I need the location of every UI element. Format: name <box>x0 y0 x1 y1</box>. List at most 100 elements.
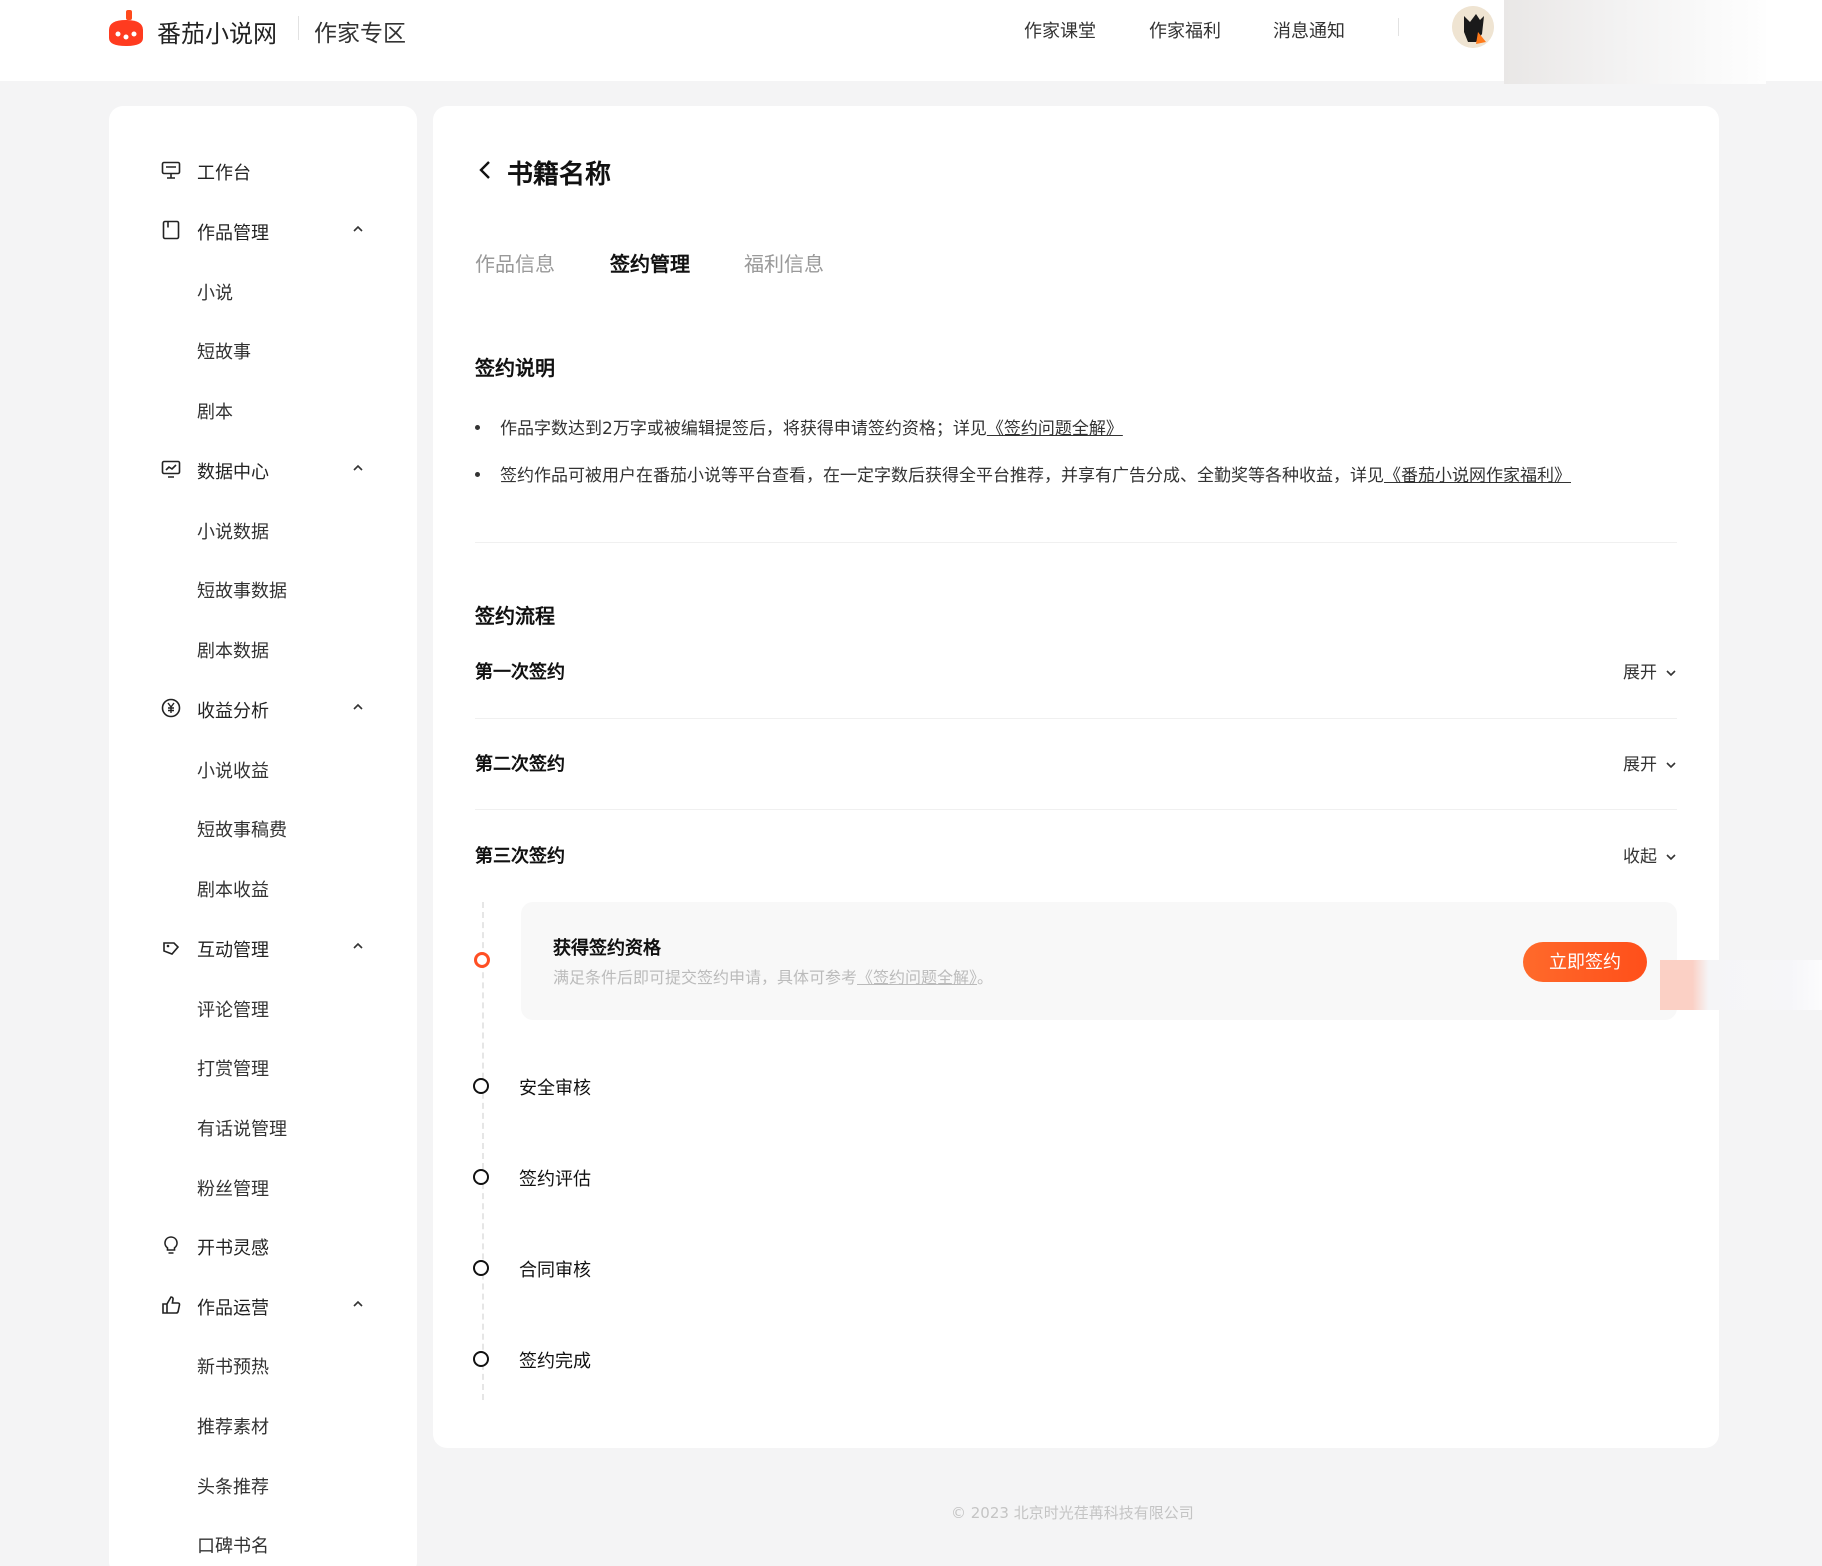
timeline-dot <box>473 1078 489 1094</box>
step-label: 签约完成 <box>519 1351 591 1372</box>
sidebar-item-novel-revenue[interactable]: 小说收益 <box>109 748 417 788</box>
bullet-dot <box>475 471 480 477</box>
sidebar-item-label: 工作台 <box>197 163 251 184</box>
sidebar-item-script-data[interactable]: 剧本数据 <box>109 628 417 668</box>
sidebar-item-label: 收益分析 <box>197 701 269 722</box>
sidebar-item-label: 互动管理 <box>197 940 269 961</box>
sidebar-item-label: 小说数据 <box>197 522 269 543</box>
current-step-card: 获得签约资格 满足条件后即可提交签约申请，具体可参考《签约问题全解》。 立即签约 <box>521 902 1677 1020</box>
tab-welfare-info[interactable]: 福利信息 <box>744 248 824 277</box>
sidebar-item-label: 评论管理 <box>197 1000 269 1021</box>
sidebar-item-label: 短故事稿费 <box>197 820 287 841</box>
faq-link[interactable]: 《签约问题全解》 <box>857 968 977 987</box>
step-label: 安全审核 <box>519 1078 591 1099</box>
welfare-link[interactable]: 《番茄小说网作家福利》 <box>1384 466 1571 486</box>
faq-link[interactable]: 《签约问题全解》 <box>987 419 1123 439</box>
sidebar-item-label: 剧本数据 <box>197 641 269 662</box>
bullet-text: 签约作品可被用户在番茄小说等平台查看，在一定字数后获得全平台推荐，并享有广告分成… <box>500 466 1384 486</box>
contract-round-2[interactable]: 第二次签约 展开 <box>475 742 1677 782</box>
avatar[interactable] <box>1452 6 1494 48</box>
header-divider <box>298 16 299 40</box>
sidebar-item-author-notes[interactable]: 有话说管理 <box>109 1106 417 1146</box>
sidebar-item-label: 短故事数据 <box>197 581 287 602</box>
timeline-dot <box>473 1169 489 1185</box>
step-label: 签约评估 <box>519 1169 591 1190</box>
sidebar-item-comments[interactable]: 评论管理 <box>109 987 417 1027</box>
chevron-up-icon[interactable] <box>351 939 365 953</box>
nav-notifications[interactable]: 消息通知 <box>1273 17 1345 43</box>
blurred-region <box>1660 960 1822 1010</box>
interact-icon <box>163 942 180 955</box>
page-title: 书籍名称 <box>507 160 612 190</box>
sidebar-item-workbench[interactable]: 工作台 <box>109 150 417 190</box>
monitor-icon <box>161 161 181 179</box>
round-label: 第一次签约 <box>475 662 565 683</box>
sidebar-item-short-story-fee[interactable]: 短故事稿费 <box>109 807 417 847</box>
back-arrow-icon[interactable] <box>477 160 493 180</box>
bullet-dot <box>475 424 480 430</box>
sidebar-item-revenue[interactable]: 收益分析 <box>109 688 417 728</box>
section-name: 作家专区 <box>314 21 406 47</box>
book-icon <box>162 220 180 240</box>
sidebar-item-new-book-warmup[interactable]: 新书预热 <box>109 1344 417 1384</box>
timeline-active-dot <box>474 952 490 968</box>
expand-toggle[interactable]: 展开 <box>1623 658 1677 683</box>
sidebar-item-label: 短故事 <box>197 342 251 363</box>
sidebar-item-headline[interactable]: 头条推荐 <box>109 1464 417 1504</box>
sidebar-item-fans[interactable]: 粉丝管理 <box>109 1166 417 1206</box>
divider <box>475 718 1677 719</box>
step-label: 合同审核 <box>519 1260 591 1281</box>
chevron-up-icon[interactable] <box>351 700 365 714</box>
chevron-up-icon[interactable] <box>351 461 365 475</box>
contract-round-3[interactable]: 第三次签约 收起 <box>475 834 1677 874</box>
contract-round-1[interactable]: 第一次签约 展开 <box>475 650 1677 690</box>
collapse-toggle[interactable]: 收起 <box>1623 842 1677 867</box>
sidebar-item-label: 开书灵感 <box>197 1238 269 1259</box>
explain-bullet-2: 签约作品可被用户在番茄小说等平台查看，在一定字数后获得全平台推荐，并享有广告分成… <box>475 461 1571 486</box>
chevron-up-icon[interactable] <box>351 222 365 236</box>
tab-contract-management[interactable]: 签约管理 <box>610 248 690 277</box>
sidebar: 工作台 作品管理 小说 短故事 剧本 数据中心 小说数据 短故事数据 剧本数据 … <box>109 106 417 1566</box>
sidebar-item-tips[interactable]: 打赏管理 <box>109 1046 417 1086</box>
sidebar-item-word-of-mouth[interactable]: 口碑书名 <box>109 1523 417 1563</box>
sidebar-item-short-story-data[interactable]: 短故事数据 <box>109 568 417 608</box>
nav-writer-class[interactable]: 作家课堂 <box>1024 17 1096 43</box>
expand-toggle[interactable]: 展开 <box>1623 750 1677 775</box>
sidebar-item-script-revenue[interactable]: 剧本收益 <box>109 867 417 907</box>
tab-work-info[interactable]: 作品信息 <box>475 248 555 277</box>
sidebar-item-interaction[interactable]: 互动管理 <box>109 927 417 967</box>
main-card: 书籍名称 作品信息 签约管理 福利信息 签约说明 作品字数达到2万字或被编辑提签… <box>433 106 1719 1448</box>
sidebar-item-label: 新书预热 <box>197 1357 269 1378</box>
current-step-desc: 满足条件后即可提交签约申请，具体可参考《签约问题全解》。 <box>553 968 994 987</box>
sidebar-item-script[interactable]: 剧本 <box>109 389 417 429</box>
sidebar-item-label: 数据中心 <box>197 462 269 483</box>
sidebar-item-recommend-material[interactable]: 推荐素材 <box>109 1404 417 1444</box>
section-title-process: 签约流程 <box>475 604 555 628</box>
sidebar-item-label: 推荐素材 <box>197 1417 269 1438</box>
nav-divider <box>1398 18 1399 36</box>
sidebar-item-works[interactable]: 作品管理 <box>109 210 417 250</box>
sidebar-item-data-center[interactable]: 数据中心 <box>109 449 417 489</box>
chevron-up-icon[interactable] <box>351 1297 365 1311</box>
sidebar-item-short-story[interactable]: 短故事 <box>109 329 417 369</box>
sidebar-item-novel-data[interactable]: 小说数据 <box>109 509 417 549</box>
timeline-line <box>482 902 484 1400</box>
nav-writer-welfare[interactable]: 作家福利 <box>1149 17 1221 43</box>
sidebar-item-label: 粉丝管理 <box>197 1179 269 1200</box>
current-step-title: 获得签约资格 <box>553 938 661 959</box>
top-header: 番茄小说网 作家专区 作家课堂 作家福利 消息通知 <box>0 0 1822 84</box>
sidebar-item-label: 剧本收益 <box>197 880 269 901</box>
sidebar-item-novel[interactable]: 小说 <box>109 270 417 310</box>
site-name[interactable]: 番茄小说网 <box>157 14 277 49</box>
timeline-dot <box>473 1260 489 1276</box>
tomato-logo-icon[interactable] <box>106 10 146 48</box>
round-label: 第三次签约 <box>475 846 565 867</box>
sidebar-item-operations[interactable]: 作品运营 <box>109 1285 417 1325</box>
round-label: 第二次签约 <box>475 754 565 775</box>
section-title-explain: 签约说明 <box>475 356 555 380</box>
sidebar-item-inspiration[interactable]: 开书灵感 <box>109 1225 417 1265</box>
sidebar-item-label: 打赏管理 <box>197 1059 269 1080</box>
sign-now-button[interactable]: 立即签约 <box>1523 942 1647 982</box>
explain-bullet-1: 作品字数达到2万字或被编辑提签后，将获得申请签约资格；详见《签约问题全解》 <box>475 414 1123 439</box>
sidebar-item-label: 作品运营 <box>197 1298 269 1319</box>
